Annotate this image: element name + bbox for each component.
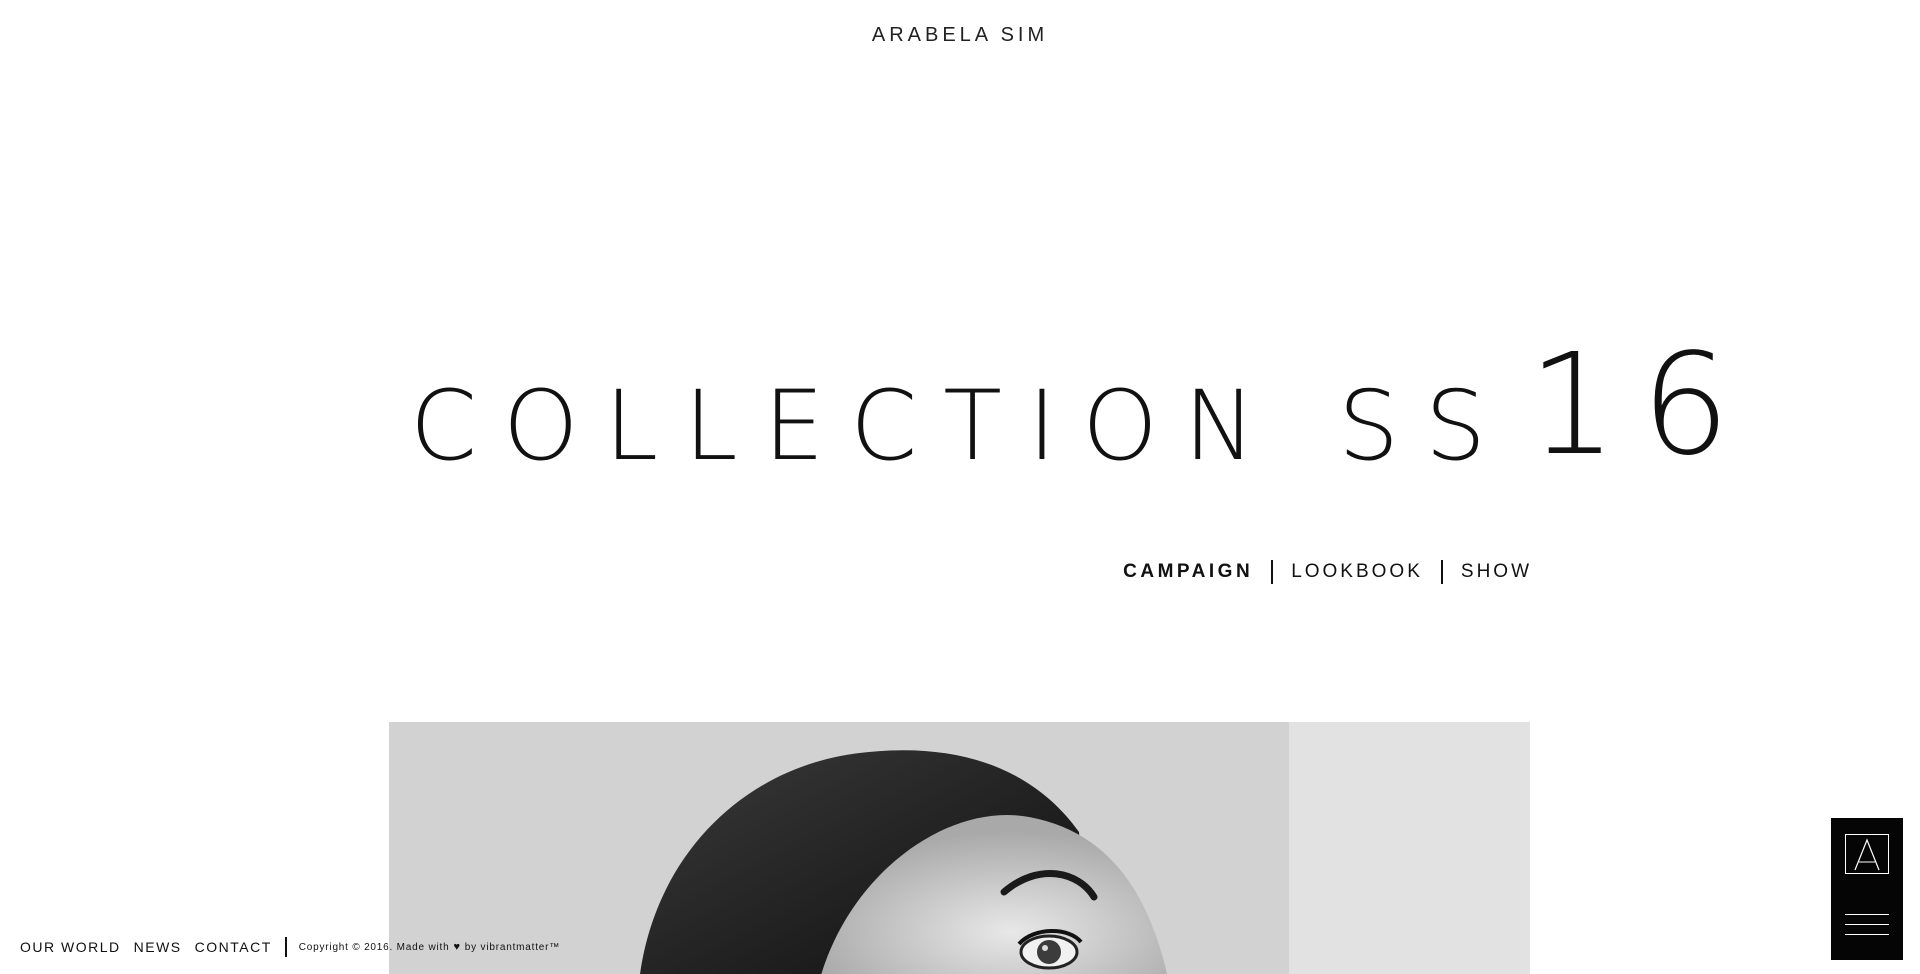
subnav-divider <box>1440 560 1443 584</box>
menu-panel <box>1831 818 1903 960</box>
footer-link-contact[interactable]: CONTACT <box>195 939 272 955</box>
footer-link-news[interactable]: NEWS <box>134 939 182 955</box>
footer-copyright: Copyright © 2016. Made with ♥ by vibrant… <box>299 941 560 953</box>
copyright-suffix[interactable]: by vibrantmatter™ <box>465 942 560 953</box>
arabela-logo-icon[interactable] <box>1845 834 1889 874</box>
footer-divider <box>284 937 287 957</box>
subnav-divider <box>1271 560 1274 584</box>
collection-heading: COLLECTION SS 16 <box>410 324 1754 493</box>
portrait-photo <box>389 722 1530 974</box>
subnav-lookbook[interactable]: LOOKBOOK <box>1291 561 1423 583</box>
hamburger-menu-icon[interactable] <box>1845 914 1889 936</box>
site-logo-text[interactable]: ARABELA SIM <box>0 24 1920 47</box>
heart-icon: ♥ <box>453 941 461 953</box>
subnav-campaign[interactable]: CAMPAIGN <box>1123 561 1253 583</box>
copyright-prefix: Copyright © 2016. Made with <box>298 941 450 953</box>
subnav-show[interactable]: SHOW <box>1461 561 1532 583</box>
collection-heading-year: 16 <box>1527 324 1755 487</box>
footer-link-our-world[interactable]: OUR WORLD <box>20 939 121 955</box>
campaign-hero-image[interactable] <box>389 722 1530 974</box>
collection-heading-words: COLLECTION SS <box>410 370 1512 482</box>
collection-subnav: CAMPAIGN LOOKBOOK SHOW <box>1123 560 1532 584</box>
page: ARABELA SIM COLLECTION SS 16 CAMPAIGN LOO… <box>0 0 1920 974</box>
footer: OUR WORLD NEWS CONTACT Copyright © 2016.… <box>20 937 560 957</box>
